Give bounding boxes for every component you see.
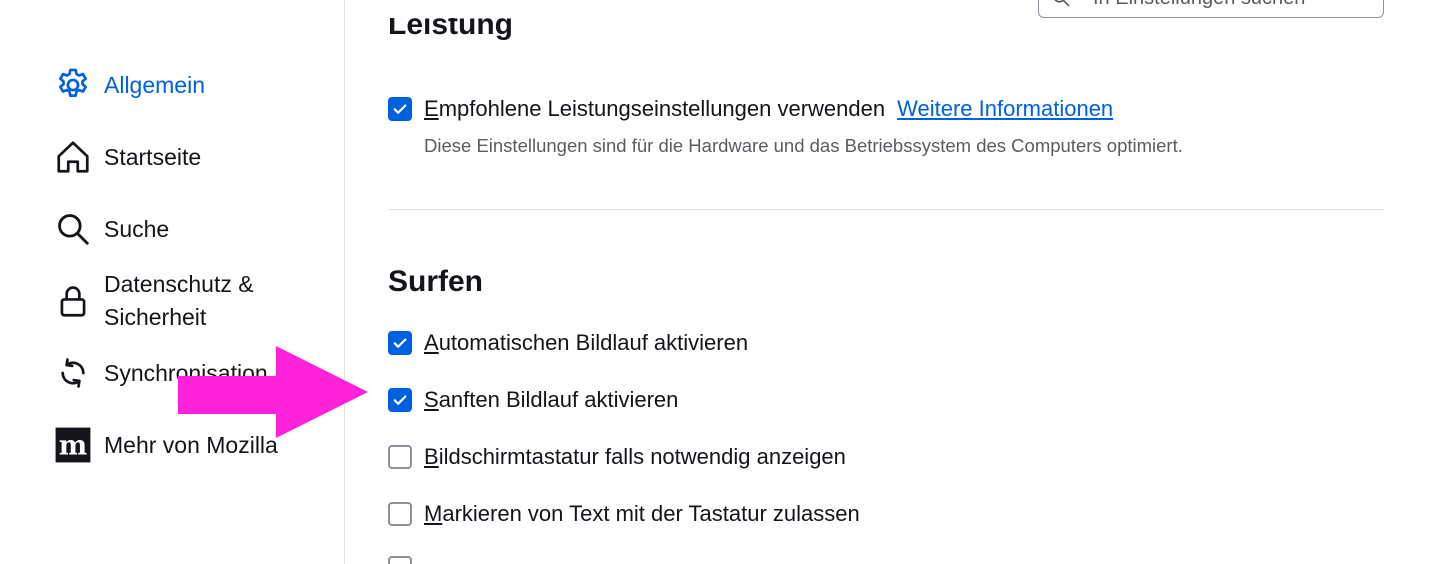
mozilla-icon: m	[54, 426, 92, 464]
performance-description: Diese Einstellungen sind für die Hardwar…	[424, 135, 1183, 156]
onscreen-keyboard-checkbox[interactable]	[388, 445, 412, 469]
sidebar-item-allgemein[interactable]: Allgemein	[54, 66, 205, 104]
svg-text:m: m	[59, 431, 87, 462]
search-icon	[1054, 0, 1070, 7]
caret-browsing-checkbox[interactable]	[388, 502, 412, 526]
sidebar-item-datenschutz[interactable]: Datenschutz & Sicherheit	[54, 268, 294, 334]
lock-icon	[54, 282, 92, 320]
recommended-performance-checkbox[interactable]	[388, 97, 412, 121]
sidebar-item-suche[interactable]: Suche	[54, 210, 169, 248]
sidebar-item-startseite[interactable]: Startseite	[54, 138, 201, 176]
search-field[interactable]	[1038, 0, 1384, 18]
search-input[interactable]	[1093, 0, 1373, 10]
checkbox-label: Markieren von Text mit der Tastatur zula…	[424, 501, 860, 526]
caret-browsing-row: Markieren von Text mit der Tastatur zula…	[388, 499, 860, 529]
next-option-row	[388, 556, 424, 564]
learn-more-link[interactable]: Weitere Informationen	[897, 94, 1113, 124]
autoscroll-checkbox[interactable]	[388, 331, 412, 355]
checkbox-label: Bildschirmtastatur falls notwendig anzei…	[424, 444, 846, 469]
sidebar-item-label: Datenschutz & Sicherheit	[104, 271, 254, 330]
section-title-performance: Leistung	[388, 18, 513, 41]
autoscroll-row: Automatischen Bildlauf aktivieren	[388, 328, 748, 358]
smooth-scroll-checkbox[interactable]	[388, 388, 412, 412]
sidebar: Allgemein Startseite Suche Datenschutz &…	[0, 0, 368, 564]
checkbox-label: Automatischen Bildlauf aktivieren	[424, 330, 749, 355]
search-icon	[54, 210, 92, 248]
smooth-scroll-row: Sanften Bildlauf aktivieren	[388, 385, 678, 415]
next-option-checkbox[interactable]	[388, 556, 412, 564]
recommended-performance-row: Empfohlene Leistungseinstellungen verwen…	[388, 94, 1113, 124]
onscreen-keyboard-row: Bildschirmtastatur falls notwendig anzei…	[388, 442, 846, 472]
home-icon	[54, 138, 92, 176]
checkbox-label: Sanften Bildlauf aktivieren	[424, 387, 679, 412]
section-title-browsing: Surfen	[388, 265, 484, 298]
sync-icon	[54, 354, 92, 392]
section-divider	[388, 209, 1384, 210]
arrow-icon	[178, 346, 368, 438]
sidebar-item-label: Startseite	[104, 143, 202, 170]
sidebar-item-label: Allgemein	[104, 71, 205, 98]
gear-icon	[54, 66, 92, 104]
sidebar-item-label: Suche	[104, 215, 170, 242]
checkbox-label: Empfohlene Leistungseinstellungen verwen…	[424, 96, 886, 121]
